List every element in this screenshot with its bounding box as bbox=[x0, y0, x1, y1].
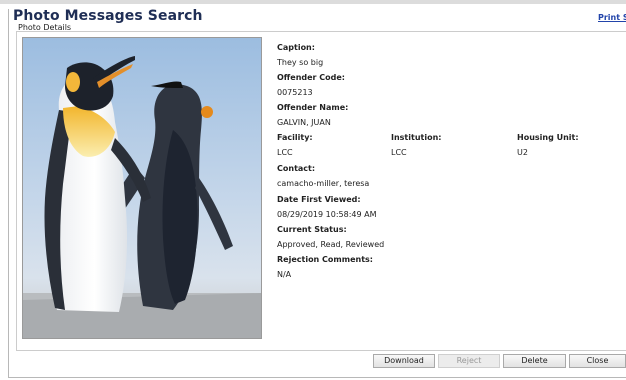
offender-name-value: GALVIN, JUAN bbox=[277, 118, 331, 127]
institution-value: LCC bbox=[391, 148, 407, 157]
rejection-comments-label: Rejection Comments: bbox=[277, 255, 373, 264]
date-first-viewed-value: 08/29/2019 10:58:49 AM bbox=[277, 210, 377, 219]
delete-button[interactable]: Delete bbox=[503, 354, 566, 368]
date-first-viewed-label: Date First Viewed: bbox=[277, 195, 361, 204]
offender-code-label: Offender Code: bbox=[277, 73, 346, 82]
caption-label: Caption: bbox=[277, 43, 315, 52]
contact-value: camacho-miller, teresa bbox=[277, 179, 370, 188]
reject-button[interactable]: Reject bbox=[438, 354, 500, 368]
page-title: Photo Messages Search bbox=[13, 8, 203, 24]
offender-name-label: Offender Name: bbox=[277, 103, 349, 112]
offender-code-value: 0075213 bbox=[277, 88, 313, 97]
contact-label: Contact: bbox=[277, 164, 316, 173]
housing-unit-label: Housing Unit: bbox=[517, 133, 579, 142]
facility-value: LCC bbox=[277, 148, 293, 157]
current-status-value: Approved, Read, Reviewed bbox=[277, 240, 385, 249]
rejection-comments-value: N/A bbox=[277, 270, 292, 279]
facility-label: Facility: bbox=[277, 133, 313, 142]
photo-image bbox=[22, 37, 262, 339]
institution-label: Institution: bbox=[391, 133, 442, 142]
print-screen-link[interactable]: Print Scree bbox=[598, 13, 626, 22]
housing-unit-value: U2 bbox=[517, 148, 528, 157]
top-border bbox=[0, 0, 626, 4]
download-button[interactable]: Download bbox=[373, 354, 435, 368]
current-status-label: Current Status: bbox=[277, 225, 347, 234]
close-button[interactable]: Close bbox=[569, 354, 626, 368]
caption-value: They so big bbox=[277, 58, 324, 67]
